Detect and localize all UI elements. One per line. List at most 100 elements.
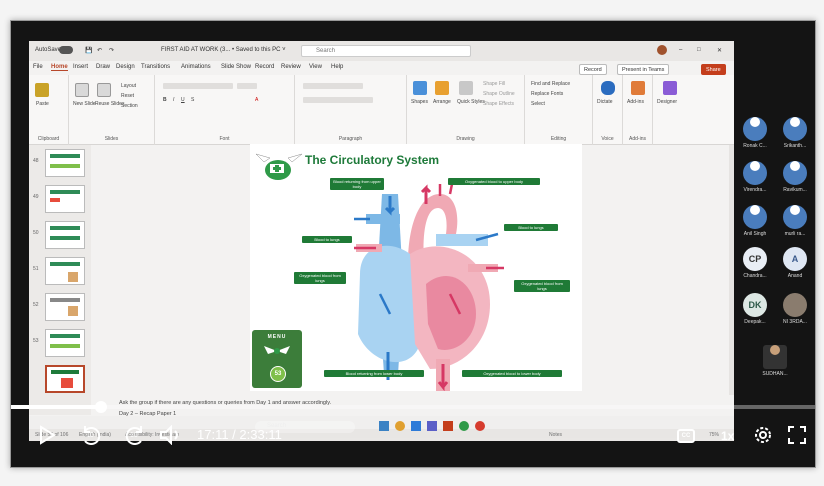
progress-bar[interactable] — [11, 401, 815, 413]
menu-record[interactable]: Record — [255, 64, 274, 70]
search-input[interactable]: Search — [301, 45, 471, 57]
participant-tile[interactable]: Anil Singh — [736, 201, 774, 237]
thumb-band — [50, 334, 80, 338]
microphone-icon[interactable] — [601, 81, 615, 95]
shape-outline-button[interactable]: Shape Outline — [483, 91, 515, 97]
thumb-band — [50, 154, 80, 158]
shape-fill-button[interactable]: Shape Fill — [483, 81, 505, 87]
participant-name: NI 3RDA... — [783, 319, 807, 325]
italic-icon[interactable]: I — [173, 97, 174, 103]
participant-tile[interactable]: Virendra... — [736, 157, 774, 193]
addins-icon[interactable] — [631, 81, 645, 95]
clipboard-label: Clipboard — [37, 136, 60, 142]
menu-file[interactable]: File — [33, 64, 43, 70]
participant-name: Anand — [787, 273, 803, 279]
participant-tile[interactable]: DK Deepak... — [736, 293, 774, 325]
thumbnail-51[interactable]: 51 — [33, 257, 85, 285]
video-player[interactable]: AutoSave 💾 ↶ ↷ FIRST AID AT WORK (3... •… — [10, 20, 816, 468]
fullscreen-icon[interactable] — [787, 425, 807, 445]
select-button[interactable]: Select — [531, 101, 545, 107]
forward-10-button[interactable]: 10 — [123, 423, 147, 447]
save-icon[interactable]: 💾 — [85, 47, 92, 54]
menu-button[interactable]: MENU 53 — [252, 330, 302, 388]
present-in-teams-button[interactable]: Present in Teams — [617, 64, 670, 75]
font-size-select[interactable] — [237, 83, 257, 89]
volume-icon[interactable] — [159, 425, 183, 445]
participant-tile[interactable]: Ravikum... — [776, 157, 814, 193]
menu-view[interactable]: View — [309, 64, 322, 70]
thumbnail-current[interactable] — [45, 365, 85, 393]
thumb-band — [50, 262, 80, 266]
strikethrough-icon[interactable]: S — [191, 97, 194, 103]
maximize-icon[interactable]: □ — [697, 47, 701, 53]
autosave-label[interactable]: AutoSave — [35, 47, 61, 53]
menu-transitions[interactable]: Transitions — [141, 64, 170, 70]
bold-icon[interactable]: B — [163, 97, 167, 103]
underline-icon[interactable]: U — [181, 97, 185, 103]
participant-tile[interactable]: CP Chandra... — [736, 247, 774, 279]
shape-effects-button[interactable]: Shape Effects — [483, 101, 514, 107]
participant-tile[interactable]: murli ra... — [776, 201, 814, 237]
close-icon[interactable]: ✕ — [717, 47, 722, 54]
autosave-toggle[interactable] — [59, 46, 73, 54]
group-designer: Designer — [653, 75, 687, 145]
participant-tile[interactable]: Srikanth... — [776, 113, 814, 149]
align-buttons[interactable] — [303, 97, 373, 103]
label-oxy-to-upper: Oxygenated blood to upper body — [448, 178, 540, 185]
font-color-icon[interactable]: A — [255, 97, 258, 103]
participant-tile[interactable]: SUDHAN... — [756, 341, 794, 377]
reuse-slides-icon[interactable] — [97, 83, 111, 97]
captions-button[interactable]: CC — [677, 429, 695, 443]
thumbnail-52[interactable]: 52 — [33, 293, 85, 321]
person-icon — [750, 161, 760, 171]
thumb-band — [50, 236, 80, 240]
menu-insert[interactable]: Insert — [73, 64, 88, 70]
menu-design[interactable]: Design — [116, 64, 135, 70]
avatar — [783, 161, 807, 185]
menu-home[interactable]: Home — [51, 64, 68, 71]
font-name-select[interactable] — [163, 83, 233, 89]
arrange-icon[interactable] — [435, 81, 449, 95]
thumbnail-53[interactable]: 53 — [33, 329, 85, 357]
avatar: CP — [743, 247, 767, 271]
menu-slide-show[interactable]: Slide Show — [221, 64, 251, 70]
reset-button[interactable]: Reset — [121, 93, 134, 99]
vertical-scrollbar[interactable] — [729, 145, 734, 395]
replace-fonts-button[interactable]: Replace Fonts — [531, 91, 563, 97]
minimize-icon[interactable]: – — [679, 47, 682, 53]
undo-icon[interactable]: ↶ — [97, 47, 102, 54]
record-button[interactable]: Record — [579, 64, 607, 75]
menu-help[interactable]: Help — [331, 64, 343, 70]
participant-tile[interactable]: A Anand — [776, 247, 814, 279]
share-button[interactable]: Share — [701, 64, 726, 75]
rewind-10-button[interactable]: 10 — [79, 423, 103, 447]
person-icon — [790, 205, 800, 215]
participant-tile[interactable]: NI 3RDA... — [776, 293, 814, 325]
shapes-label: Shapes — [411, 99, 428, 105]
designer-icon[interactable] — [663, 81, 677, 95]
settings-gear-icon[interactable] — [753, 425, 773, 445]
paste-icon[interactable] — [35, 83, 49, 97]
thumbnail-48[interactable]: 48 — [33, 149, 85, 177]
participant-tile[interactable]: Ronak C... — [736, 113, 774, 149]
menu-animations[interactable]: Animations — [181, 64, 211, 70]
find-replace-button[interactable]: Find and Replace — [531, 81, 570, 87]
playback-speed-button[interactable]: 1x — [721, 429, 734, 443]
layout-button[interactable]: Layout — [121, 83, 136, 89]
shapes-icon[interactable] — [413, 81, 427, 95]
section-button[interactable]: Section — [121, 103, 138, 109]
account-avatar[interactable] — [657, 45, 667, 55]
slide-canvas[interactable]: The Circulatory System Blood returning f… — [250, 144, 582, 391]
list-buttons[interactable] — [303, 83, 363, 89]
play-icon[interactable] — [37, 425, 57, 445]
menu-review[interactable]: Review — [281, 64, 301, 70]
new-slide-icon[interactable] — [75, 83, 89, 97]
thumbnail-50[interactable]: 50 — [33, 221, 85, 249]
quick-styles-icon[interactable] — [459, 81, 473, 95]
thumbnail-49[interactable]: 49 — [33, 185, 85, 213]
redo-icon[interactable]: ↷ — [109, 47, 114, 54]
menu-draw[interactable]: Draw — [96, 64, 110, 70]
group-addins: Add-ins Add-ins — [623, 75, 653, 145]
search-placeholder: Search — [316, 48, 336, 54]
arrange-label: Arrange — [433, 99, 451, 105]
